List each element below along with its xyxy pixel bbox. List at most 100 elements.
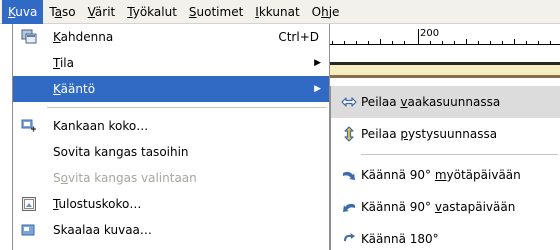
menu-item-fit-canvas-layers[interactable]: Sovita kangas tasoihin xyxy=(13,139,329,165)
submenu-item-flip-horizontal[interactable]: Peilaa vaakasuunnassa xyxy=(331,86,560,118)
submenu-item-rotate-ccw-label: Käännä 90° vastapäivään xyxy=(361,191,515,223)
ruler-tick xyxy=(502,41,503,45)
menu-item-canvas-size[interactable]: Kankaan koko… xyxy=(13,113,329,139)
flip-h-label-post: aakasuunnassa xyxy=(407,95,501,109)
menu-tyokalut-post: yökalut xyxy=(132,4,177,19)
rotate-cw-icon xyxy=(341,167,357,183)
rotate-cw-label-mnemonic: m xyxy=(434,168,447,182)
menu-ohje-post: je xyxy=(328,4,340,19)
menu-item-scale-image[interactable]: Skaalaa kuvaa… xyxy=(13,217,329,243)
rotate-ccw-label-pre: Käännä 90° xyxy=(361,200,435,214)
menu-item-duplicate-label: Kahdenna xyxy=(53,24,113,50)
submenu-arrow-icon: ▶ xyxy=(314,58,321,68)
menu-item-fit-canvas-selection[interactable]: Sovita kangas valintaan xyxy=(13,165,329,191)
flip-h-label-mnemonic: v xyxy=(400,95,408,109)
submenu-arrow-icon: ▶ xyxy=(314,84,321,94)
submenu-item-rotate-cw[interactable]: Käännä 90° myötäpäivään xyxy=(331,159,560,191)
ruler-tick xyxy=(404,41,405,45)
scale-image-icon xyxy=(21,222,37,238)
menu-item-scale-image-label: Skaalaa kuvaa… xyxy=(53,223,152,237)
transform-label-post: ääntö xyxy=(60,82,96,96)
rotate-cw-label-pre: Käännä 90° xyxy=(361,168,435,182)
ruler-tick xyxy=(368,41,369,45)
menu-ohje-mnemonic: h xyxy=(321,4,329,19)
menu-tyokalut[interactable]: Työkalut xyxy=(121,0,183,24)
horizontal-ruler[interactable]: 200 xyxy=(328,25,560,58)
menu-varit-post: ärit xyxy=(94,4,116,19)
submenu-item-rotate-ccw[interactable]: Käännä 90° vastapäivään xyxy=(331,191,560,223)
menu-item-mode-label: Tila xyxy=(53,50,74,76)
submenu-item-rotate-180[interactable]: Käännä 180° xyxy=(331,223,560,250)
fit-selection-label-post: vita kangas valintaan xyxy=(67,171,197,185)
flip-h-label-pre: Peilaa xyxy=(361,95,401,109)
ruler-tick xyxy=(392,41,393,45)
canvas-size-label-post: … xyxy=(136,119,149,133)
flip-v-label-post: ystysuunnassa xyxy=(408,127,498,141)
submenu-item-flip-horizontal-label: Peilaa vaakasuunnassa xyxy=(361,86,500,118)
menu-item-duplicate[interactable]: Kahdenna Ctrl+D xyxy=(13,24,329,50)
menu-varit-mnemonic: V xyxy=(87,4,95,19)
ruler-tick xyxy=(466,39,467,45)
ruler-tick xyxy=(538,41,539,45)
menu-bar: Kuva Taso Värit Työkalut Suotimet Ikkuna… xyxy=(0,0,560,24)
menu-item-fit-canvas-selection-label: Sovita kangas valintaan xyxy=(53,165,197,191)
menu-kuva[interactable]: Kuva xyxy=(2,0,44,24)
flip-horizontal-icon xyxy=(341,94,357,110)
duplicate-shortcut: Ctrl+D xyxy=(278,30,319,44)
transform-submenu: Peilaa vaakasuunnassa Peilaa pystysuunna… xyxy=(330,86,560,250)
menu-item-transform-label: Kääntö xyxy=(53,76,95,102)
fit-selection-label-mnemonic: o xyxy=(60,171,68,185)
submenu-item-rotate-cw-label: Käännä 90° myötäpäivään xyxy=(361,159,521,191)
rotate-ccw-icon xyxy=(341,199,357,215)
ruler-tick xyxy=(526,41,527,45)
menu-item-transform[interactable]: Kääntö ▶ xyxy=(13,76,329,102)
menu-item-print-size[interactable]: Tulostuskoko… xyxy=(13,191,329,217)
ruler-tick xyxy=(344,41,345,45)
menu-item-fit-canvas-layers-label: Sovita kangas tasoihin xyxy=(53,145,189,159)
menu-taso-post: so xyxy=(62,4,76,19)
submenu-item-flip-vertical-label: Peilaa pystysuunnassa xyxy=(361,118,497,150)
duplicate-label-post: ahdenna xyxy=(60,30,114,44)
canvas-size-icon xyxy=(21,118,37,134)
menu-taso-mnemonic: a xyxy=(54,4,63,19)
ruler-tick xyxy=(490,41,491,45)
ruler-tick xyxy=(550,41,551,45)
rotate-180-icon xyxy=(341,231,357,247)
rotate-ccw-label-post: astapäivään xyxy=(441,200,516,214)
ruler-tick xyxy=(430,41,431,45)
menu-suotimet[interactable]: Suotimet xyxy=(183,0,249,24)
menu-suotimet-post: uotimet xyxy=(196,4,244,19)
canvas-area[interactable] xyxy=(328,62,560,78)
ruler-tick xyxy=(332,41,333,45)
fit-selection-label-pre: S xyxy=(53,171,61,185)
submenu-item-flip-vertical[interactable]: Peilaa pystysuunnassa xyxy=(331,118,560,150)
rotate-cw-label-post: yötäpäivään xyxy=(446,168,521,182)
menu-ohje[interactable]: Ohje xyxy=(306,0,346,24)
ruler-label: 200 xyxy=(420,28,440,39)
menu-item-print-size-label: Tulostuskoko… xyxy=(53,191,141,217)
submenu-separator xyxy=(361,154,558,155)
flip-vertical-icon xyxy=(341,126,357,142)
menu-item-mode[interactable]: Tila ▶ xyxy=(13,50,329,76)
ruler-tick xyxy=(380,39,381,45)
menu-varit[interactable]: Värit xyxy=(82,0,122,24)
flip-v-label-pre: Peilaa xyxy=(361,127,401,141)
ruler-tick xyxy=(442,41,443,45)
ruler-tick xyxy=(514,39,515,45)
menu-taso[interactable]: Taso xyxy=(43,0,81,24)
menu-suotimet-mnemonic: S xyxy=(188,4,197,19)
ruler-tick-major xyxy=(418,29,419,45)
ruler-tick xyxy=(478,41,479,45)
flip-v-label-mnemonic: p xyxy=(400,127,409,141)
transform-label-mnemonic: K xyxy=(53,82,61,96)
print-size-label-post: ulostuskoko… xyxy=(58,197,142,211)
menu-ikkunat-post: kkunat xyxy=(258,4,300,19)
menu-separator xyxy=(47,107,327,108)
menu-ikkunat[interactable]: Ikkunat xyxy=(249,0,305,24)
kuva-menu: Kahdenna Ctrl+D Tila ▶ Kääntö ▶ Kankaan … xyxy=(12,24,330,250)
ruler-tick xyxy=(454,41,455,45)
mode-label-post: ila xyxy=(59,56,74,70)
submenu-item-rotate-180-label: Käännä 180° xyxy=(361,232,439,246)
duplicate-icon xyxy=(21,29,37,45)
menu-kuva-post: uva xyxy=(15,4,38,19)
